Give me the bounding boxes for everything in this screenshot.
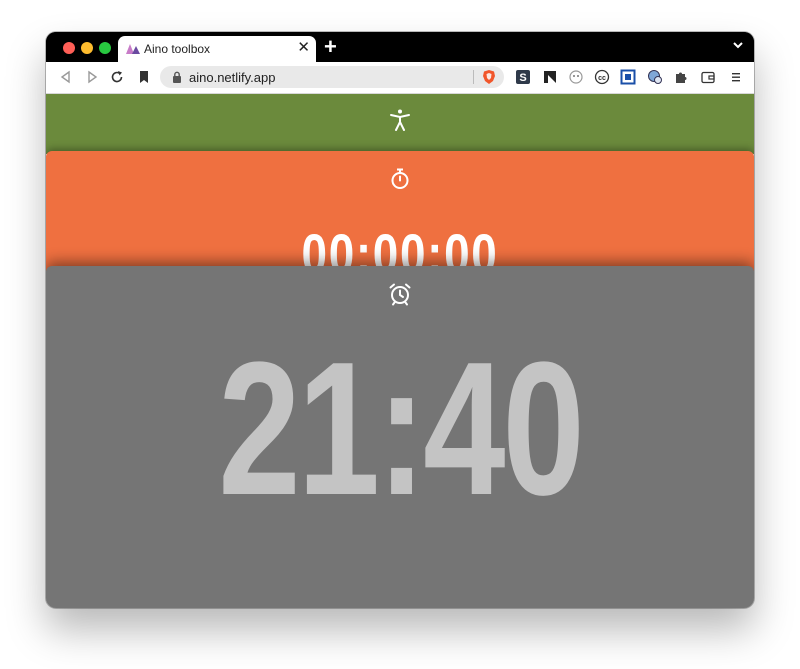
tab-aino-toolbox[interactable]: Aino toolbox ✕ xyxy=(118,36,316,62)
menu-icon[interactable] xyxy=(728,69,744,85)
stopwatch-time: 00:00:00 xyxy=(301,222,499,271)
clock-panel[interactable]: 21:40 xyxy=(46,266,754,608)
extension-globe-icon[interactable] xyxy=(647,69,663,85)
close-window-button[interactable] xyxy=(63,42,75,54)
accessibility-person-icon xyxy=(390,109,410,131)
reload-icon[interactable] xyxy=(109,69,125,85)
extension-n-icon[interactable] xyxy=(542,69,558,85)
tab-title: Aino toolbox xyxy=(144,42,211,56)
clock-time: 21:40 xyxy=(218,323,585,535)
new-tab-button[interactable]: + xyxy=(324,34,337,60)
browser-toolbar: aino.netlify.app S cc xyxy=(46,62,754,94)
extension-gray-icon[interactable] xyxy=(568,69,584,85)
brave-shields-icon[interactable] xyxy=(482,69,496,85)
zoom-window-button[interactable] xyxy=(99,42,111,54)
browser-window: Aino toolbox ✕ + aino.netlify.app S cc 0… xyxy=(46,32,754,608)
accessibility-panel[interactable] xyxy=(46,94,754,154)
forward-icon[interactable] xyxy=(84,69,100,85)
svg-text:cc: cc xyxy=(598,75,606,82)
wallet-icon[interactable] xyxy=(700,69,716,85)
page-content: 00:00:00 21:40 xyxy=(46,94,754,608)
address-bar-divider xyxy=(473,70,474,84)
chevron-down-icon[interactable] xyxy=(732,39,744,51)
aino-favicon-icon xyxy=(126,44,140,54)
extension-s-icon[interactable]: S xyxy=(515,69,531,85)
stopwatch-panel[interactable]: 00:00:00 xyxy=(46,151,754,271)
svg-text:S: S xyxy=(519,72,526,84)
back-icon[interactable] xyxy=(58,69,74,85)
tab-close-icon[interactable]: ✕ xyxy=(297,39,310,57)
extension-cc-icon[interactable]: cc xyxy=(594,69,610,85)
minimize-window-button[interactable] xyxy=(81,42,93,54)
url-text[interactable]: aino.netlify.app xyxy=(189,70,276,85)
lock-icon xyxy=(173,71,181,83)
stopwatch-icon xyxy=(391,168,409,189)
extension-blue-square-icon[interactable] xyxy=(620,69,636,85)
tab-bar: Aino toolbox ✕ + xyxy=(46,32,754,62)
address-bar[interactable]: aino.netlify.app xyxy=(160,66,504,88)
extensions-puzzle-icon[interactable] xyxy=(673,69,689,85)
bookmark-icon[interactable] xyxy=(136,69,152,85)
alarm-clock-icon xyxy=(389,283,411,306)
